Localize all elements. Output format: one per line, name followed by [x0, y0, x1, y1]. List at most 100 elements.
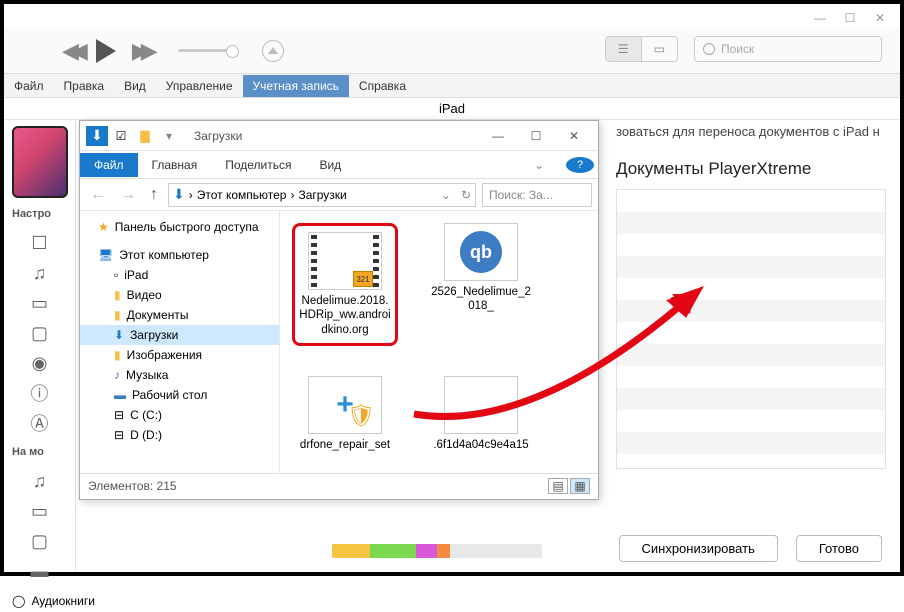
audiobooks-label[interactable]: Аудиокниги: [31, 594, 95, 608]
exp-maximize-button[interactable]: ☐: [518, 125, 554, 147]
details-view-icon[interactable]: ▤: [548, 478, 568, 494]
drive-icon: ⊟: [114, 408, 124, 422]
menu-controls[interactable]: Управление: [156, 75, 243, 97]
device-name: iPad: [4, 98, 900, 120]
explorer-titlebar: ⬇ ☑ ▇ ▾ Загрузки — ☐ ✕: [80, 121, 598, 151]
ribbon-expand-icon[interactable]: ⌄: [520, 153, 558, 177]
menu-view[interactable]: Вид: [114, 75, 156, 97]
ipad-thumbnail[interactable]: [12, 126, 68, 198]
nav-up-button[interactable]: ↑: [146, 186, 162, 204]
itunes-sidebar: Настро ☐ ♫ ▭ ▢ ◉ ⓘ Ⓐ На мо ♫ ▭ ▢ ▬ ◯Ауди…: [4, 120, 76, 572]
folder-icon: ▮: [114, 308, 121, 322]
device-books-icon[interactable]: ▬: [27, 560, 53, 582]
on-device-label: На мо: [4, 442, 75, 462]
file-name: drfone_repair_set: [300, 438, 390, 452]
summary-icon[interactable]: ☐: [27, 232, 53, 254]
tree-this-pc[interactable]: 🖥Этот компьютер: [80, 245, 279, 265]
status-bar: Элементов: 215 ▤ ▦: [80, 473, 598, 497]
exp-minimize-button[interactable]: —: [480, 125, 516, 147]
done-button[interactable]: Готово: [796, 535, 882, 562]
file-name: 2526_Nedelimue_2018_: [428, 285, 534, 314]
explorer-title: Загрузки: [194, 129, 242, 143]
documents-title: Документы PlayerXtreme: [616, 159, 886, 179]
qat-dropdown-icon[interactable]: ▾: [158, 126, 180, 146]
tree-images[interactable]: ▮Изображения: [80, 345, 279, 365]
exp-close-button[interactable]: ✕: [556, 125, 592, 147]
movies-icon[interactable]: ▭: [27, 292, 53, 314]
tree-documents[interactable]: ▮Документы: [80, 305, 279, 325]
audiobooks-icon[interactable]: ◯: [12, 594, 25, 608]
menu-bar: Файл Правка Вид Управление Учетная запис…: [4, 74, 900, 98]
volume-slider[interactable]: [178, 49, 234, 52]
file-drfone[interactable]: + drfone_repair_set: [292, 376, 398, 452]
file-torrent[interactable]: qb 2526_Nedelimue_2018_: [428, 223, 534, 346]
tree-ipad[interactable]: ▫iPad: [80, 265, 279, 285]
view-toggle[interactable]: ☰▭: [605, 36, 678, 62]
help-icon[interactable]: ?: [566, 157, 594, 173]
sync-button[interactable]: Синхронизировать: [619, 535, 778, 562]
setup-icon: +: [308, 376, 382, 434]
file-unknown[interactable]: .6f1d4a04c9e4a15: [428, 376, 534, 452]
tab-view[interactable]: Вид: [305, 153, 355, 177]
info-icon[interactable]: ⓘ: [27, 382, 53, 404]
device-tv-icon[interactable]: ▢: [27, 530, 53, 552]
nav-back-button[interactable]: ←: [86, 186, 110, 204]
breadcrumb-downloads[interactable]: Загрузки: [298, 188, 346, 202]
close-button[interactable]: ✕: [868, 10, 892, 26]
breadcrumb[interactable]: ⬇ › Этот компьютер › Загрузки ⌄ ↻: [168, 183, 476, 207]
previous-button[interactable]: ◀◀: [62, 38, 80, 64]
apps-icon[interactable]: Ⓐ: [27, 412, 53, 434]
window-controls: — ☐ ✕: [808, 10, 892, 26]
large-icons-view-icon[interactable]: ▦: [570, 478, 590, 494]
nav-forward-button[interactable]: →: [116, 186, 140, 204]
grid-view-icon[interactable]: ▭: [642, 37, 677, 61]
search-input[interactable]: Поиск: [694, 36, 882, 62]
menu-help[interactable]: Справка: [349, 75, 416, 97]
menu-edit[interactable]: Правка: [54, 75, 115, 97]
tab-file[interactable]: Файл: [80, 153, 138, 177]
next-button[interactable]: ▶▶: [132, 38, 150, 64]
drive-icon: ⊟: [114, 428, 124, 442]
device-movies-icon[interactable]: ▭: [27, 500, 53, 522]
tv-icon[interactable]: ▢: [27, 322, 53, 344]
desktop-icon: ▬: [114, 388, 126, 402]
qat-checkbox-icon[interactable]: ☑: [110, 126, 132, 146]
item-count: Элементов: 215: [88, 479, 177, 493]
menu-account[interactable]: Учетная запись: [243, 75, 349, 97]
breadcrumb-pc[interactable]: Этот компьютер: [197, 188, 287, 202]
file-pane[interactable]: 321 Nedelimue.2018.HDRip_ww.androidkino.…: [280, 211, 598, 473]
settings-label: Настро: [4, 204, 75, 224]
file-name: .6f1d4a04c9e4a15: [433, 438, 528, 452]
tab-share[interactable]: Поделиться: [211, 153, 305, 177]
download-icon: ⬇: [114, 328, 124, 342]
device-music-icon[interactable]: ♫: [27, 470, 53, 492]
explorer-window: ⬇ ☑ ▇ ▾ Загрузки — ☐ ✕ Файл Главная Поде…: [79, 120, 599, 500]
star-icon: ★: [98, 220, 109, 234]
storage-bar: [332, 544, 542, 558]
play-button[interactable]: [96, 39, 116, 63]
menu-file[interactable]: Файл: [4, 75, 54, 97]
device-icon: ▫: [114, 268, 118, 282]
documents-list[interactable]: [616, 189, 886, 469]
video-thumbnail-icon: 321: [308, 232, 382, 290]
music-icon[interactable]: ♫: [27, 262, 53, 284]
tree-music[interactable]: ♪Музыка: [80, 365, 279, 385]
tab-home[interactable]: Главная: [138, 153, 212, 177]
qat-download-icon[interactable]: ⬇: [86, 126, 108, 146]
tree-quick-access[interactable]: ★Панель быстрого доступа: [80, 217, 279, 237]
tree-drive-c[interactable]: ⊟C (C:): [80, 405, 279, 425]
tree-drive-d[interactable]: ⊟D (D:): [80, 425, 279, 445]
blank-file-icon: [444, 376, 518, 434]
list-view-icon[interactable]: ☰: [606, 37, 642, 61]
tree-desktop[interactable]: ▬Рабочий стол: [80, 385, 279, 405]
file-video-selected[interactable]: 321 Nedelimue.2018.HDRip_ww.androidkino.…: [292, 223, 398, 346]
ribbon-tabs: Файл Главная Поделиться Вид ⌄?: [80, 151, 598, 179]
maximize-button[interactable]: ☐: [838, 10, 862, 26]
minimize-button[interactable]: —: [808, 10, 832, 26]
qat-folder-icon[interactable]: ▇: [134, 126, 156, 146]
airplay-button[interactable]: [262, 40, 284, 62]
tree-downloads[interactable]: ⬇Загрузки: [80, 325, 279, 345]
photos-icon[interactable]: ◉: [27, 352, 53, 374]
explorer-search-input[interactable]: Поиск: За...: [482, 183, 592, 207]
tree-video[interactable]: ▮Видео: [80, 285, 279, 305]
